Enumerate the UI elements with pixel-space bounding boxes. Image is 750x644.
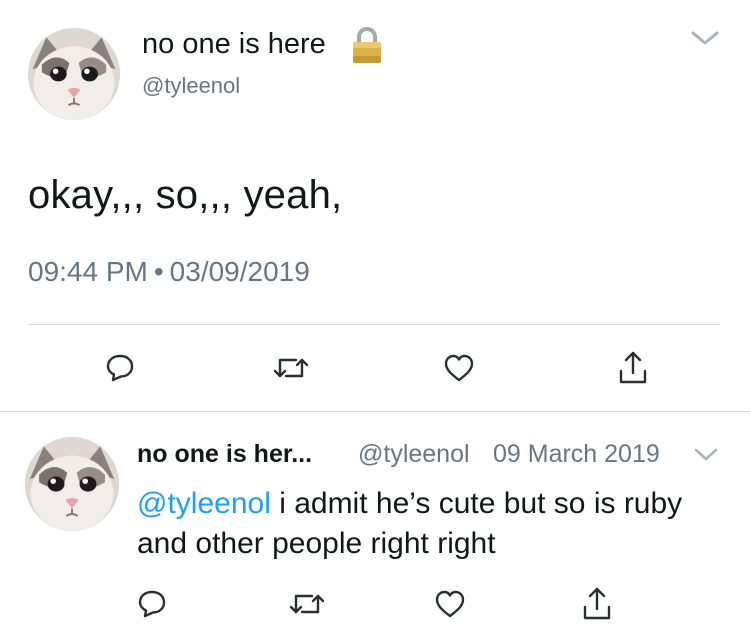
crying-cat-avatar-image: [28, 28, 120, 120]
separator-dot: •: [153, 256, 164, 287]
retweet-button[interactable]: [287, 588, 327, 620]
like-button[interactable]: [442, 352, 476, 384]
reply-text: @tyleenol i admit he’s cute but so is ru…: [137, 484, 717, 564]
reply-button[interactable]: [136, 588, 168, 620]
reply-icon: [138, 590, 166, 618]
share-icon: [619, 351, 647, 384]
lock-icon: [351, 26, 383, 64]
like-icon: [435, 590, 465, 618]
reply-icon: [106, 354, 134, 382]
tweet-time: 09:44 PM: [28, 256, 148, 287]
divider: [28, 324, 720, 325]
like-icon: [444, 354, 474, 382]
share-icon: [583, 587, 611, 620]
share-button[interactable]: [580, 584, 614, 622]
avatar[interactable]: [28, 28, 120, 120]
crying-cat-avatar-image: [25, 437, 119, 531]
mention-link[interactable]: @tyleenol: [137, 487, 271, 520]
reply-username-handle[interactable]: @tyleenol: [358, 440, 470, 469]
retweet-button[interactable]: [271, 352, 311, 384]
share-button[interactable]: [616, 348, 650, 386]
reply-button[interactable]: [104, 352, 136, 384]
retweet-icon: [273, 358, 309, 378]
tweet-text: okay,,, so,,, yeah,: [28, 173, 343, 217]
reply-display-name[interactable]: no one is her...: [137, 440, 312, 469]
retweet-icon: [289, 594, 325, 614]
chevron-down-icon[interactable]: [693, 446, 719, 464]
reply-date[interactable]: 09 March 2019: [493, 440, 660, 469]
like-button[interactable]: [433, 588, 467, 620]
tweet-date: 03/09/2019: [169, 256, 310, 287]
chevron-down-icon[interactable]: [690, 28, 720, 48]
display-name[interactable]: no one is here: [142, 28, 326, 61]
tweet-divider: [0, 411, 750, 412]
tweet-timestamp[interactable]: 09:44 PM • 03/09/2019: [28, 256, 310, 288]
reply-avatar[interactable]: [25, 437, 119, 531]
username-handle[interactable]: @tyleenol: [142, 73, 240, 99]
